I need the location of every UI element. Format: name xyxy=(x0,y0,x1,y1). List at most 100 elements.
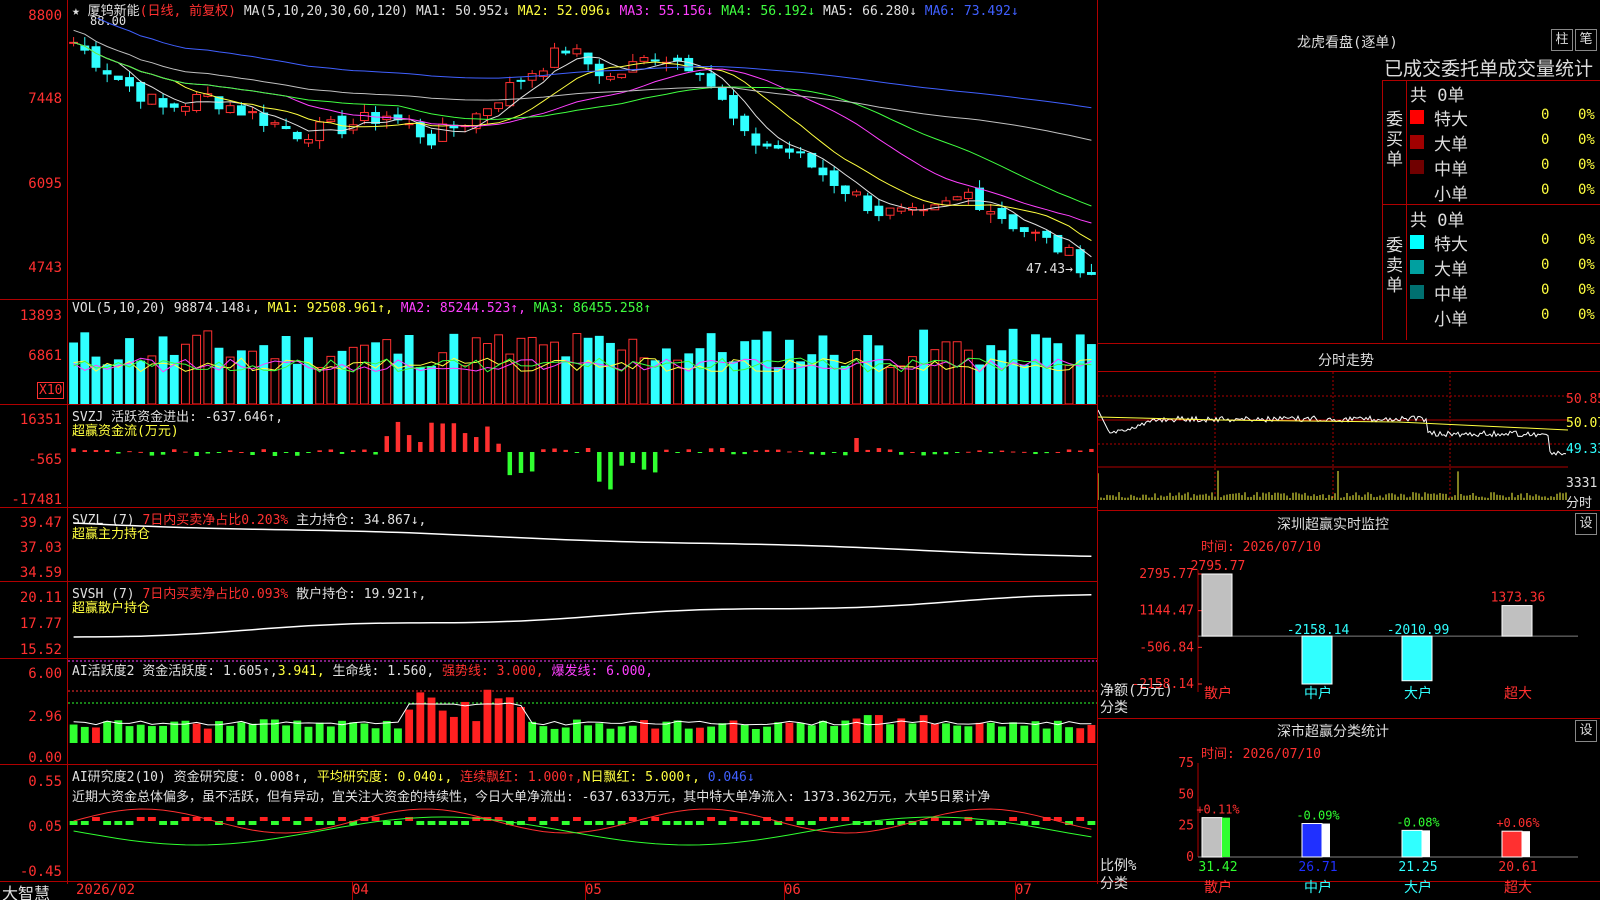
fund-flow-bar xyxy=(865,449,870,452)
ratio-change: +0.06% xyxy=(1496,816,1540,830)
candle xyxy=(874,205,884,217)
research-bar xyxy=(1087,821,1096,825)
fund-flow-bar xyxy=(697,452,703,453)
order-row-pct: 0% xyxy=(1578,182,1595,198)
fund-flow-bar xyxy=(440,423,445,452)
research-bar xyxy=(651,817,660,821)
candle xyxy=(829,170,839,186)
order-row-pct: 0% xyxy=(1578,157,1595,173)
activity-bar xyxy=(1065,727,1073,743)
volume-bar xyxy=(181,343,190,404)
candlestick-chart[interactable] xyxy=(68,18,1097,298)
buy-orders-label: 委买单 xyxy=(1386,110,1403,170)
volume-bar xyxy=(69,342,79,404)
volume-bar xyxy=(1019,364,1029,404)
activity-bar xyxy=(147,726,156,743)
intraday-chart[interactable] xyxy=(1098,372,1568,508)
fund-flow-bar xyxy=(731,452,736,455)
volume-bar xyxy=(1008,328,1018,404)
candle xyxy=(740,115,750,132)
activity-bar xyxy=(416,692,425,743)
monitor-axis-label: 1144.47 xyxy=(1139,604,1194,619)
order-row-label: 特大 xyxy=(1434,235,1468,255)
fund-flow-bar xyxy=(529,452,535,472)
fund-flow-bar xyxy=(988,452,993,454)
monitor-settings-button[interactable]: 设 xyxy=(1575,513,1597,535)
research-bar xyxy=(919,821,928,825)
candle xyxy=(561,50,571,54)
activity-bar xyxy=(886,724,894,743)
stat2-class-label: 分类 xyxy=(1100,876,1128,892)
category-label: 超大 xyxy=(1504,880,1532,896)
activity-bar xyxy=(259,719,268,743)
activity-bar xyxy=(371,728,380,743)
volume-bar xyxy=(1042,337,1052,404)
candle xyxy=(292,131,302,140)
buy-total: 共 0单 xyxy=(1410,86,1465,106)
sell-swatch xyxy=(1410,285,1424,299)
research-bar xyxy=(282,817,291,821)
candle xyxy=(717,86,727,100)
fund-flow-bar xyxy=(283,452,289,454)
activity-bar xyxy=(349,722,358,743)
fund-flow-bar xyxy=(306,452,311,453)
order-row-pct: 0% xyxy=(1578,257,1595,273)
candle xyxy=(840,185,850,195)
research-bar xyxy=(628,817,637,821)
stat2-settings-button[interactable]: 设 xyxy=(1575,720,1597,742)
lhb-title: 龙虎看盘(逐单) xyxy=(1297,35,1398,51)
research-bar xyxy=(751,821,760,825)
tick-mode-button[interactable]: 笔 xyxy=(1575,29,1597,51)
fund-flow-bar xyxy=(373,452,378,455)
activity-bar xyxy=(740,724,749,743)
activity-bar xyxy=(763,726,771,743)
research-bar xyxy=(662,821,671,825)
monitor-axis-label: 2795.77 xyxy=(1139,567,1194,582)
activity-bar xyxy=(483,689,492,743)
activity-bar xyxy=(550,728,559,743)
research-bar xyxy=(584,821,593,825)
activity-bar xyxy=(651,728,660,743)
volume-bar xyxy=(1053,343,1063,404)
research-bar xyxy=(136,817,145,821)
fund-flow-bar xyxy=(652,452,658,473)
activity-bar xyxy=(125,726,134,743)
fund-flow-bar xyxy=(328,449,334,452)
net-flow-bar xyxy=(1501,605,1533,637)
activity-bar xyxy=(539,726,548,743)
volume-bar xyxy=(706,333,716,404)
activity-bar xyxy=(584,725,593,743)
activity-bar xyxy=(696,727,704,743)
activity-bar xyxy=(986,722,995,743)
volume-bar xyxy=(460,365,470,404)
activity-bar xyxy=(1009,722,1018,743)
category-label: 中户 xyxy=(1304,879,1332,896)
fund-flow-bar xyxy=(518,452,524,473)
column-mode-button[interactable]: 柱 xyxy=(1551,29,1573,51)
candle xyxy=(952,196,962,201)
volume-bar xyxy=(930,349,940,404)
candle xyxy=(438,123,448,142)
fund-flow-bar xyxy=(675,452,680,454)
order-row-label: 大单 xyxy=(1434,260,1468,280)
candle xyxy=(427,133,436,146)
candle xyxy=(729,95,738,119)
ratio-bar xyxy=(1501,830,1523,858)
svzl-axis-1: 39.47 xyxy=(19,515,62,531)
volume-bar xyxy=(840,365,850,404)
fund-flow-bar xyxy=(932,452,938,455)
candle xyxy=(1008,214,1018,230)
ratio-change: -0.08% xyxy=(1396,815,1440,829)
research-bar xyxy=(528,817,537,821)
research-bar xyxy=(170,821,179,825)
fund-flow-bar xyxy=(843,452,848,456)
research-bar xyxy=(69,821,78,825)
fund-flow-bar xyxy=(116,452,121,454)
volume-bar xyxy=(986,345,996,404)
fund-flow-bar xyxy=(172,449,177,452)
candle xyxy=(650,59,660,62)
net-flow-bar xyxy=(1401,635,1433,682)
candle xyxy=(248,111,257,114)
fund-flow-bar xyxy=(149,452,155,456)
activity-bar xyxy=(998,726,1006,743)
